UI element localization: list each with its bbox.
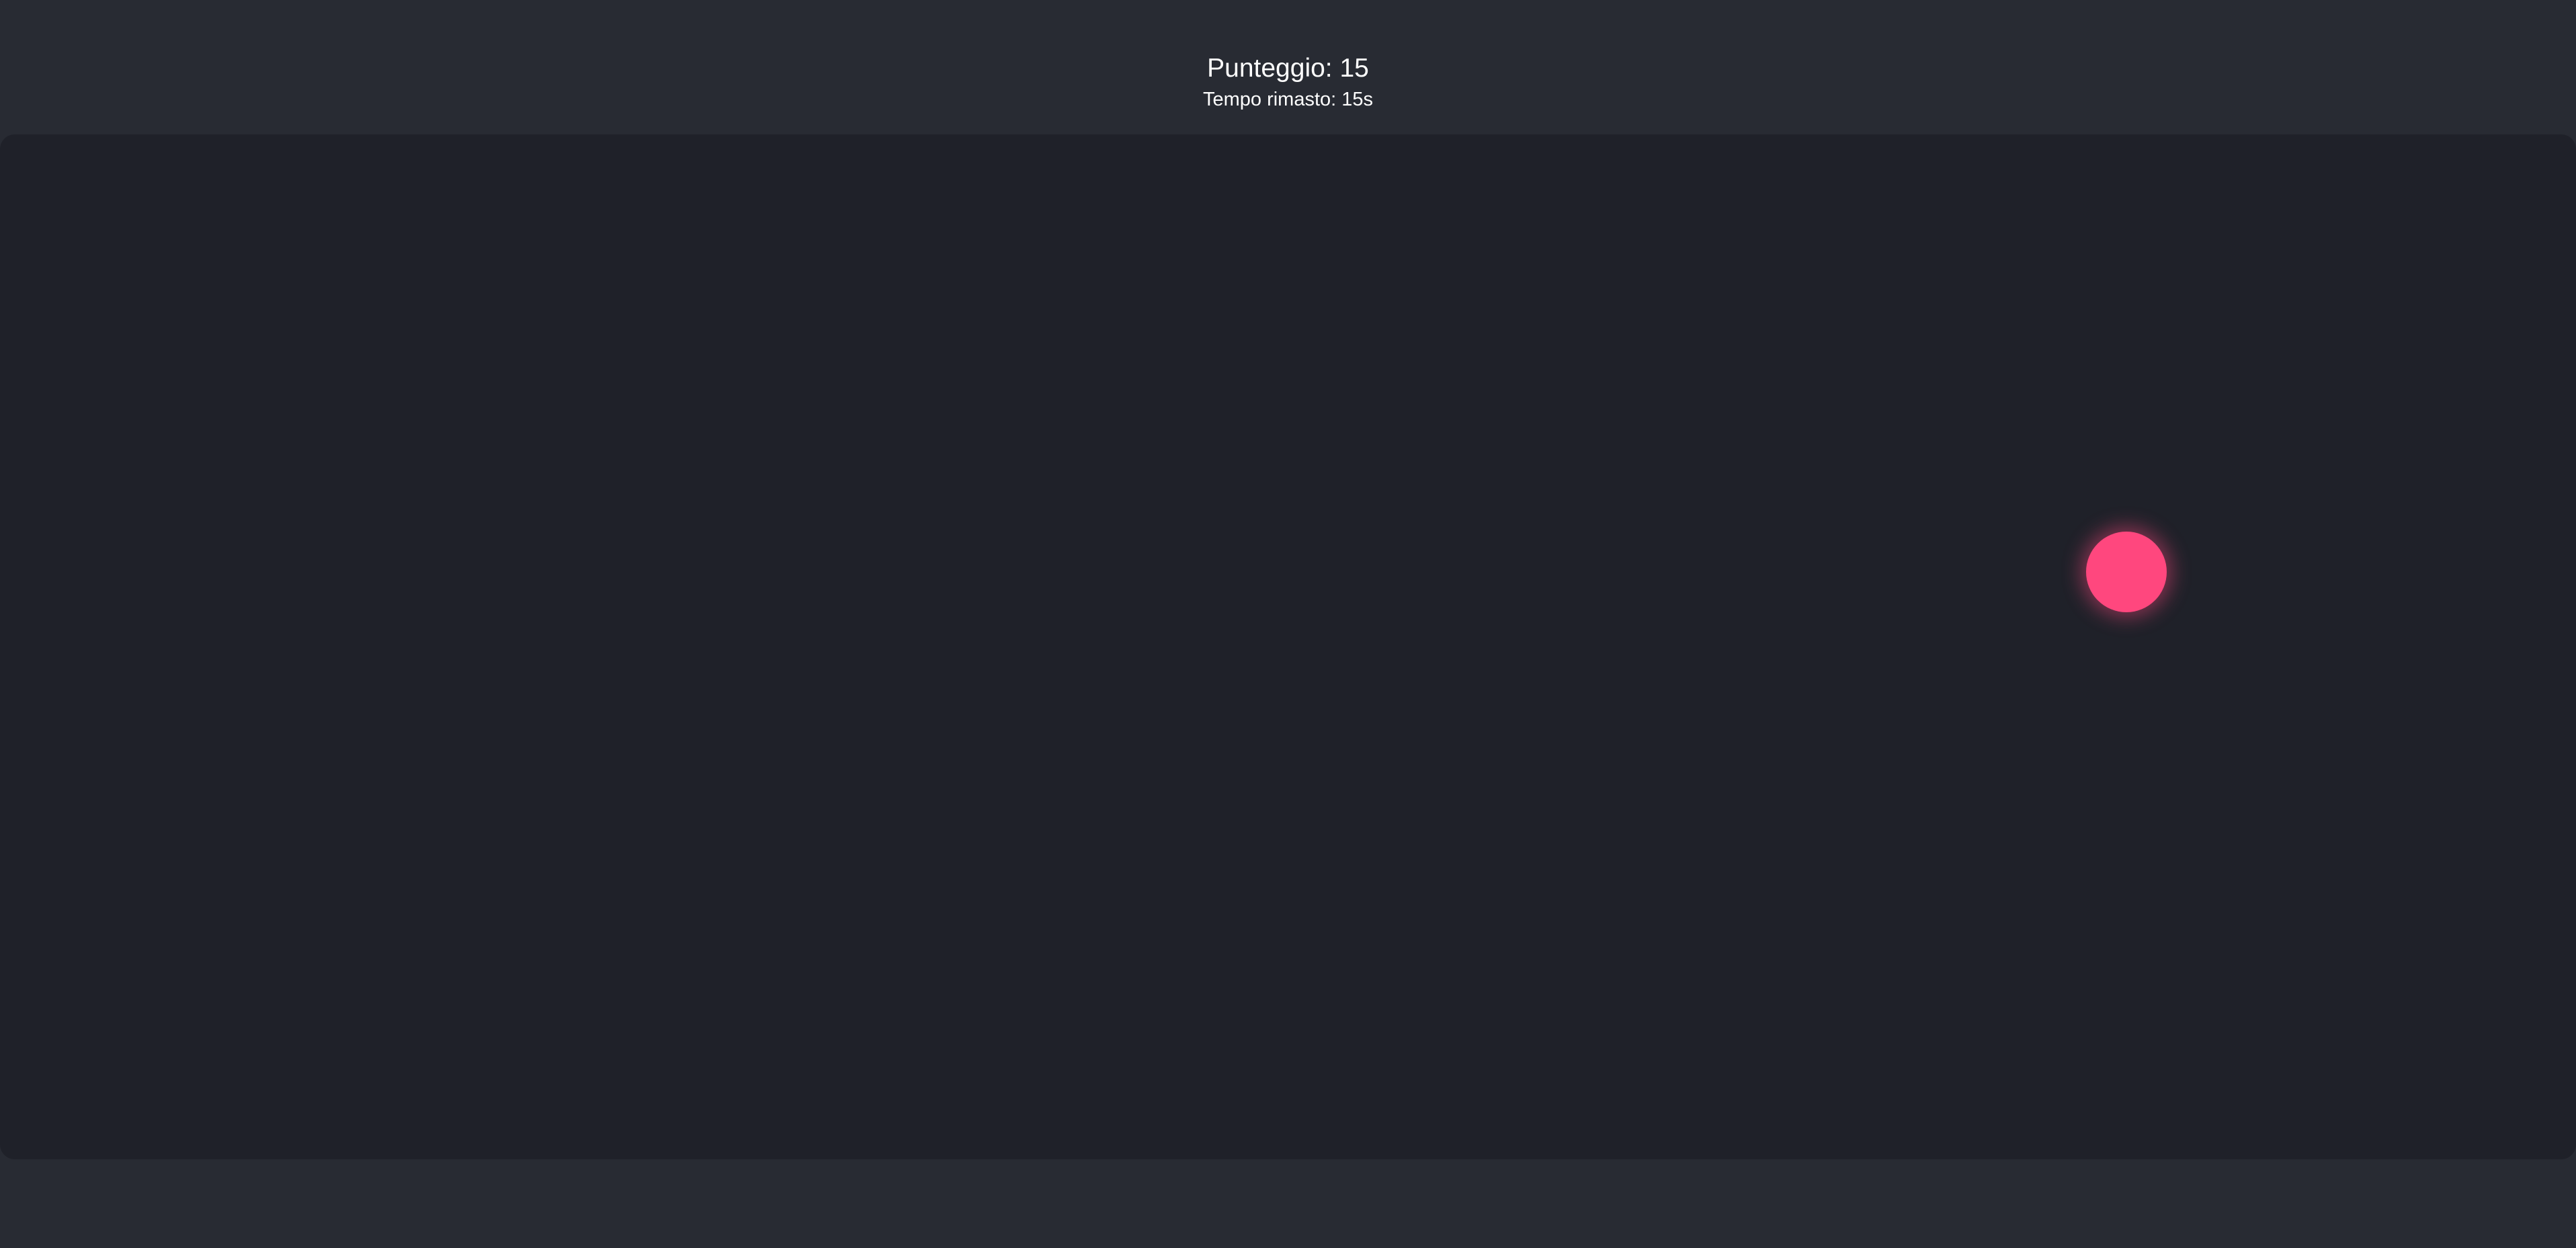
score-label: Punteggio: 15 <box>1207 54 1369 83</box>
target-circle[interactable] <box>2086 532 2167 612</box>
hud: Punteggio: 15 Tempo rimasto: 15s <box>0 0 2576 134</box>
time-remaining-label: Tempo rimasto: 15s <box>1202 89 1374 110</box>
play-area[interactable] <box>0 134 2576 1159</box>
